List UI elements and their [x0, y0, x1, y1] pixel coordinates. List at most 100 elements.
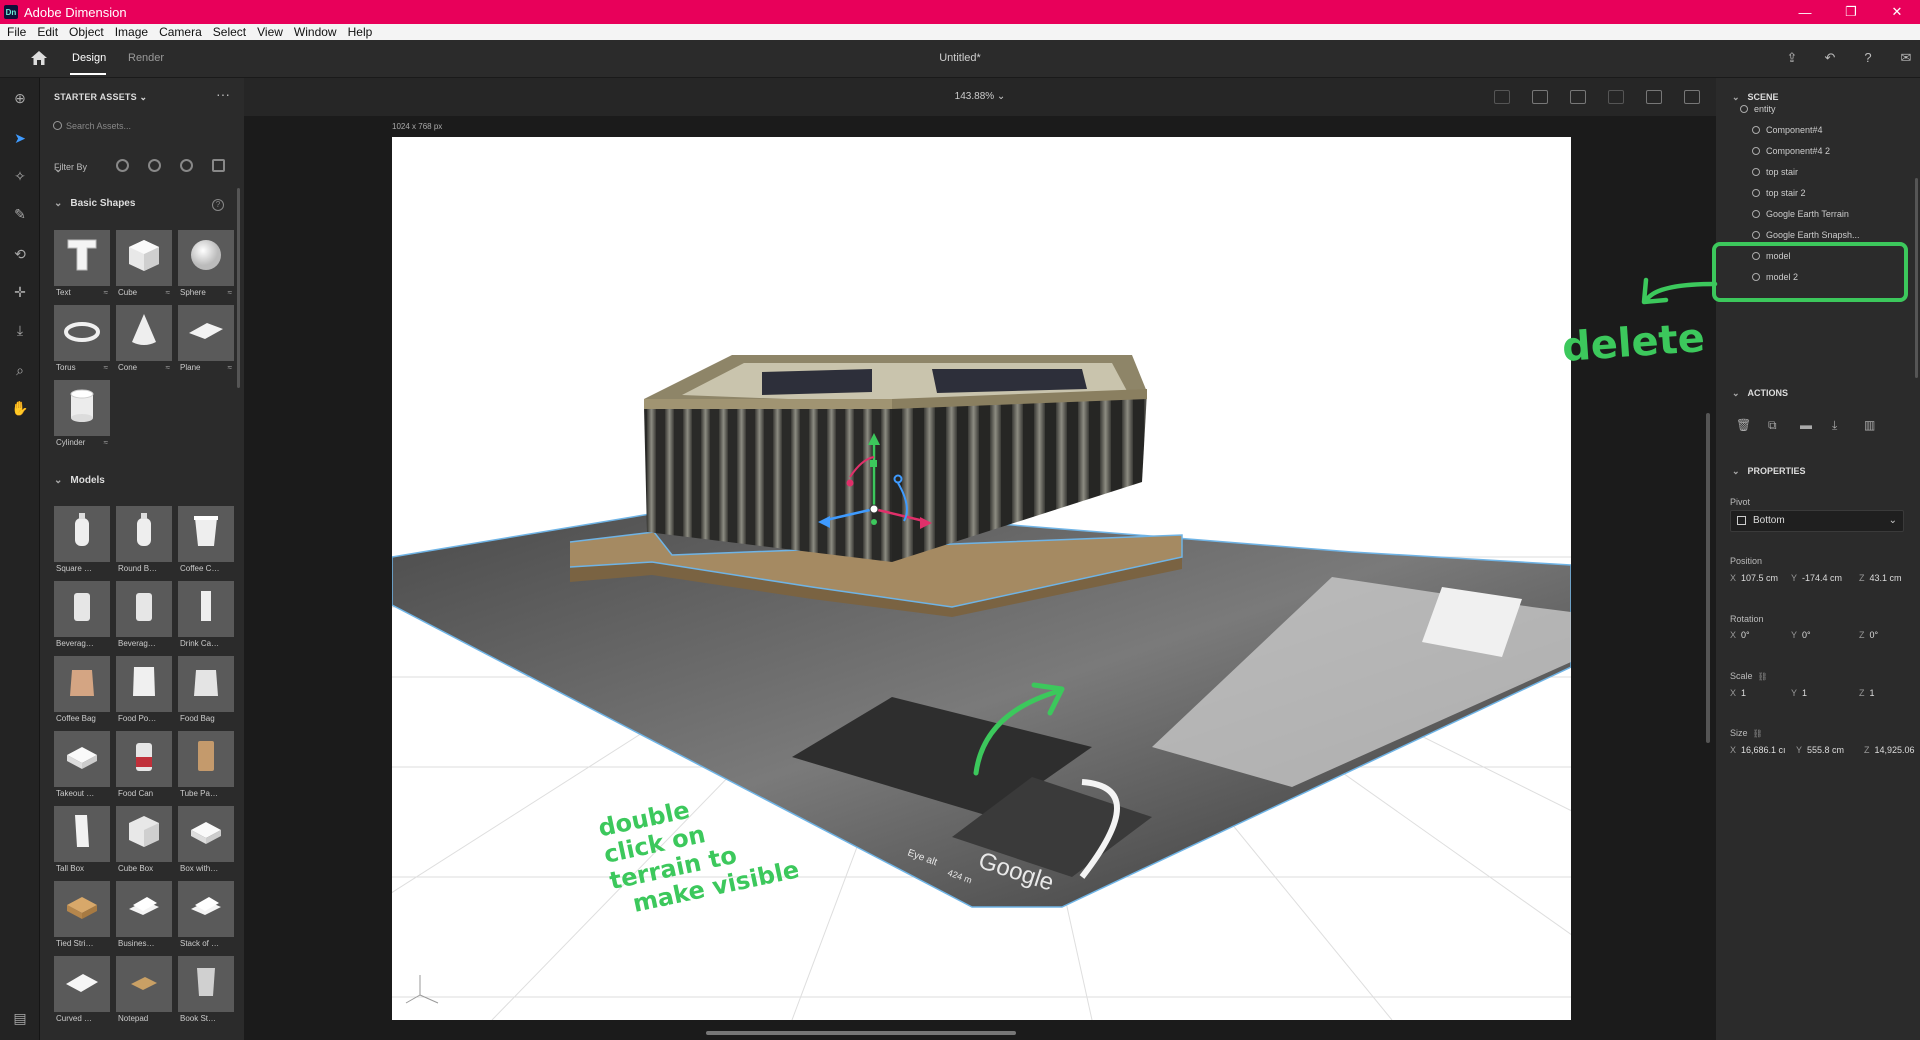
- filter-materials-icon[interactable]: [148, 159, 161, 172]
- duplicate-icon[interactable]: ⧉: [1768, 418, 1781, 432]
- align-icon[interactable]: ▥: [1864, 418, 1877, 432]
- asset-model[interactable]: Book Stan...: [178, 956, 234, 1023]
- orbit-icon[interactable]: ⟲: [10, 244, 30, 264]
- asset-cone[interactable]: Cone ≈: [116, 305, 172, 372]
- asset-model[interactable]: Food Pouch: [116, 656, 172, 723]
- filter-images-icon[interactable]: [212, 159, 225, 172]
- menu-camera[interactable]: Camera: [155, 25, 206, 39]
- select-tool-icon[interactable]: ➤: [10, 128, 30, 148]
- properties-section[interactable]: PROPERTIES: [1732, 466, 1806, 477]
- scene-item[interactable]: top stair 2: [1752, 188, 1806, 198]
- actions-section[interactable]: ACTIONS: [1732, 388, 1789, 399]
- menu-object[interactable]: Object: [65, 25, 108, 39]
- asset-model[interactable]: Coffee Bag: [54, 656, 110, 723]
- asset-model[interactable]: Square Bo...: [54, 506, 110, 573]
- size-z[interactable]: Z 14,925.06: [1864, 745, 1915, 755]
- scene-section[interactable]: SCENE: [1732, 92, 1779, 103]
- size-y[interactable]: Y 555.8 cm: [1796, 745, 1844, 755]
- models-section[interactable]: Models: [54, 475, 104, 486]
- delete-icon[interactable]: 🗑: [1736, 418, 1751, 432]
- magic-wand-icon[interactable]: ✧: [10, 166, 30, 186]
- canvas-grid-icon[interactable]: [1494, 90, 1510, 104]
- asset-model[interactable]: Cube Box: [116, 806, 172, 873]
- asset-cube[interactable]: Cube ≈: [116, 230, 172, 297]
- scale-y[interactable]: Y1: [1791, 688, 1807, 698]
- 3d-viewport[interactable]: Google Eye alt 424 m: [392, 137, 1571, 1020]
- asset-model[interactable]: Stack of Ca...: [178, 881, 234, 948]
- filter-lights-icon[interactable]: [180, 159, 193, 172]
- position-y[interactable]: Y -174.4 cm: [1791, 573, 1842, 583]
- asset-model[interactable]: Tied String...: [54, 881, 110, 948]
- menu-view[interactable]: View: [253, 25, 287, 39]
- asset-model[interactable]: Tube Pack...: [178, 731, 234, 798]
- asset-model[interactable]: Business C...: [116, 881, 172, 948]
- sample-tool-icon[interactable]: ✎: [10, 204, 30, 224]
- drop-to-ground-icon[interactable]: ⤓: [1832, 418, 1845, 432]
- render-preview-icon[interactable]: [1684, 90, 1700, 104]
- asset-plane[interactable]: Plane ≈: [178, 305, 234, 372]
- add-content-icon[interactable]: ⊕: [10, 88, 30, 108]
- scale-x[interactable]: X1: [1730, 688, 1746, 698]
- move-icon[interactable]: ✛: [10, 282, 30, 302]
- rotation-y[interactable]: Y 0°: [1791, 630, 1811, 640]
- canvas-horizontal-scrollbar[interactable]: [706, 1031, 1016, 1035]
- asset-model[interactable]: Round Bo...: [116, 506, 172, 573]
- asset-model[interactable]: Notepad: [116, 956, 172, 1023]
- drop-to-ground-icon[interactable]: ⤓: [10, 320, 30, 340]
- canvas-vertical-scrollbar[interactable]: [1706, 413, 1710, 743]
- scene-item[interactable]: Component#4 2: [1752, 146, 1830, 156]
- asset-model[interactable]: Coffee Cup: [178, 506, 234, 573]
- scene-item[interactable]: Component#4: [1752, 125, 1823, 135]
- asset-options-icon[interactable]: ≈: [104, 288, 108, 297]
- asset-model[interactable]: Beverage ...: [116, 581, 172, 648]
- panel-toggle-icon[interactable]: ▤: [10, 1008, 30, 1028]
- menu-select[interactable]: Select: [209, 25, 250, 39]
- scene-item[interactable]: Google Earth Terrain: [1752, 209, 1849, 219]
- camera-pan-icon[interactable]: [1608, 90, 1624, 104]
- assets-scrollbar[interactable]: [237, 188, 240, 388]
- basic-shapes-section[interactable]: Basic Shapes: [54, 198, 135, 209]
- minimize-button[interactable]: —: [1782, 0, 1828, 24]
- scene-item[interactable]: top stair: [1752, 167, 1798, 177]
- scene-item[interactable]: entity: [1740, 104, 1776, 114]
- menu-image[interactable]: Image: [111, 25, 152, 39]
- asset-model[interactable]: Food Bag: [178, 656, 234, 723]
- asset-cylinder[interactable]: Cylinder ≈: [54, 380, 110, 447]
- rotation-x[interactable]: X 0°: [1730, 630, 1750, 640]
- asset-model[interactable]: Takeout Box: [54, 731, 110, 798]
- asset-model[interactable]: Drink Cart...: [178, 581, 234, 648]
- asset-options-icon[interactable]: ≈: [104, 438, 108, 447]
- help-icon[interactable]: ?: [1860, 50, 1876, 66]
- menu-help[interactable]: Help: [344, 25, 377, 39]
- asset-sphere[interactable]: Sphere ≈: [178, 230, 234, 297]
- asset-options-icon[interactable]: ≈: [104, 363, 108, 372]
- filter-models-icon[interactable]: [116, 159, 129, 172]
- menu-edit[interactable]: Edit: [33, 25, 62, 39]
- close-button[interactable]: ✕: [1874, 0, 1920, 24]
- menu-file[interactable]: File: [3, 25, 30, 39]
- share-icon[interactable]: ⇪: [1784, 50, 1800, 66]
- search-input[interactable]: Search Assets...: [50, 116, 236, 136]
- asset-options-icon[interactable]: ≈: [228, 288, 232, 297]
- starter-assets-header[interactable]: STARTER ASSETS ⌄: [54, 92, 147, 103]
- asset-options-icon[interactable]: ≈: [166, 288, 170, 297]
- camera-bookmark-icon[interactable]: [1532, 90, 1548, 104]
- feedback-icon[interactable]: ✉: [1898, 50, 1914, 66]
- position-x[interactable]: X 107.5 cm: [1730, 573, 1778, 583]
- asset-torus[interactable]: Torus ≈: [54, 305, 110, 372]
- asset-options-icon[interactable]: ≈: [166, 363, 170, 372]
- help-icon[interactable]: ?: [212, 199, 224, 211]
- more-options-icon[interactable]: ···: [216, 86, 230, 102]
- asset-model[interactable]: Box with O...: [178, 806, 234, 873]
- pivot-dropdown[interactable]: Bottom ⌄: [1730, 510, 1904, 532]
- scale-z[interactable]: Z1: [1859, 688, 1875, 698]
- position-z[interactable]: Z 43.1 cm: [1859, 573, 1902, 583]
- undo-icon[interactable]: ↶: [1822, 50, 1838, 66]
- rotation-z[interactable]: Z 0°: [1859, 630, 1878, 640]
- asset-model[interactable]: Food Can: [116, 731, 172, 798]
- asset-options-icon[interactable]: ≈: [228, 363, 232, 372]
- asset-model[interactable]: Curved Pla...: [54, 956, 110, 1023]
- asset-model[interactable]: Beverage ...: [54, 581, 110, 648]
- menu-window[interactable]: Window: [290, 25, 341, 39]
- group-icon[interactable]: ▬: [1800, 418, 1813, 432]
